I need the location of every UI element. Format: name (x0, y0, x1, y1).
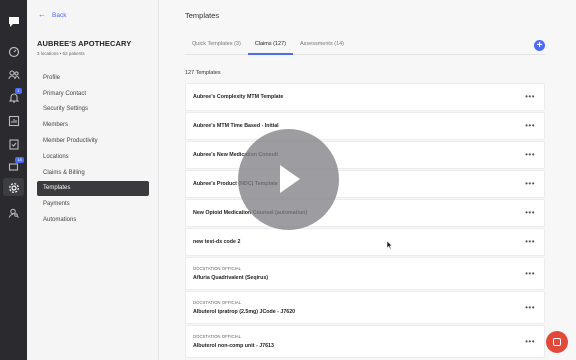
user-search-icon[interactable] (7, 206, 20, 219)
more-icon[interactable]: ••• (525, 270, 535, 278)
tab-assessments[interactable]: Assessments (14) (293, 35, 351, 55)
list-item[interactable]: new test-dx code 2 ••• (185, 228, 545, 256)
template-list: Aubree's Complexity MTM Template ••• Aub… (185, 83, 545, 359)
sidebar-item-primary-contact[interactable]: Primary Contact (37, 86, 149, 102)
back-label: Back (52, 11, 67, 19)
sidebar-item-claims-billing[interactable]: Claims & Billing (37, 165, 149, 181)
template-source: DOCSTATION OFFICIAL (193, 266, 242, 271)
more-icon[interactable]: ••• (525, 304, 535, 312)
list-item[interactable]: New Opioid Medication Counsel (automatio… (185, 199, 545, 227)
tab-claims[interactable]: Claims (127) (247, 35, 293, 55)
template-name: Afluria Quadrivalent (Seqirus) (193, 275, 269, 281)
sidebar-item-members[interactable]: Members (37, 117, 149, 133)
reports-icon[interactable] (7, 114, 20, 127)
tab-quick-templates[interactable]: Quick Templates (3) (185, 35, 248, 55)
settings-sidebar: ← Back AUBREE'S APOTHECARY 3 locations •… (27, 0, 159, 360)
dashboard-icon[interactable] (7, 45, 20, 58)
template-name: new test-dx code 2 (193, 239, 241, 245)
play-button[interactable] (238, 129, 339, 230)
template-source: DOCSTATION OFFICIAL (193, 300, 242, 305)
add-template-button[interactable]: + (534, 40, 545, 51)
sidebar-item-profile[interactable]: Profile (37, 70, 149, 86)
sidebar-item-payments[interactable]: Payments (37, 196, 149, 212)
arrow-left-icon: ← (38, 10, 46, 19)
list-item[interactable]: DOCSTATION OFFICIAL Afluria Quadrivalent… (185, 257, 545, 290)
sidebar-item-security-settings[interactable]: Security Settings (37, 102, 149, 118)
main-content: Templates Quick Templates (3) Claims (12… (159, 0, 576, 360)
template-name: Albuterol non-comp unit - J7613 (193, 343, 274, 349)
page-title: Templates (185, 11, 220, 20)
sidebar-nav: Profile Primary Contact Security Setting… (37, 70, 149, 228)
gear-icon[interactable] (7, 181, 20, 194)
list-item[interactable]: Aubree's Complexity MTM Template ••• (185, 83, 545, 111)
more-icon[interactable]: ••• (525, 338, 535, 346)
messages-badge: 18 (15, 157, 24, 163)
mouse-cursor-icon (387, 241, 393, 249)
sidebar-item-automations[interactable]: Automations (37, 212, 149, 228)
icon-rail: 1 18 (0, 0, 27, 360)
notification-badge: 1 (15, 88, 22, 94)
template-name: Aubree's MTM Time Based - Initial (193, 123, 279, 129)
more-icon[interactable]: ••• (525, 180, 535, 188)
sidebar-item-locations[interactable]: Locations (37, 149, 149, 165)
chat-logo-icon[interactable] (7, 15, 20, 28)
more-icon[interactable]: ••• (525, 93, 535, 101)
list-item[interactable]: DOCSTATION OFFICIAL Albuterol non-comp u… (185, 325, 545, 358)
template-source: DOCSTATION OFFICIAL (193, 334, 242, 339)
list-item[interactable]: Aubree's MTM Time Based - Initial ••• (185, 112, 545, 140)
play-icon (280, 165, 300, 193)
chat-icon (553, 338, 561, 346)
chat-launcher-button[interactable] (546, 331, 568, 353)
clipboard-check-icon[interactable] (7, 137, 20, 150)
template-name: Albuterol ipratrop (2.5mg) JCode - J7620 (193, 309, 296, 315)
patients-icon[interactable] (7, 68, 20, 81)
more-icon[interactable]: ••• (525, 151, 535, 159)
sidebar-item-member-productivity[interactable]: Member Productivity (37, 133, 149, 149)
back-link[interactable]: ← Back (38, 11, 66, 19)
more-icon[interactable]: ••• (525, 122, 535, 130)
more-icon[interactable]: ••• (525, 209, 535, 217)
org-name: AUBREE'S APOTHECARY (37, 39, 132, 48)
list-item[interactable]: DOCSTATION OFFICIAL Albuterol ipratrop (… (185, 291, 545, 324)
sidebar-item-templates[interactable]: Templates (37, 180, 149, 197)
org-summary: 3 locations • 52 patients (37, 51, 85, 56)
more-icon[interactable]: ••• (525, 238, 535, 246)
template-count: 127 Templates (185, 70, 221, 76)
template-tabs: Quick Templates (3) Claims (127) Assessm… (185, 35, 545, 55)
template-name: Aubree's Complexity MTM Template (193, 94, 284, 100)
